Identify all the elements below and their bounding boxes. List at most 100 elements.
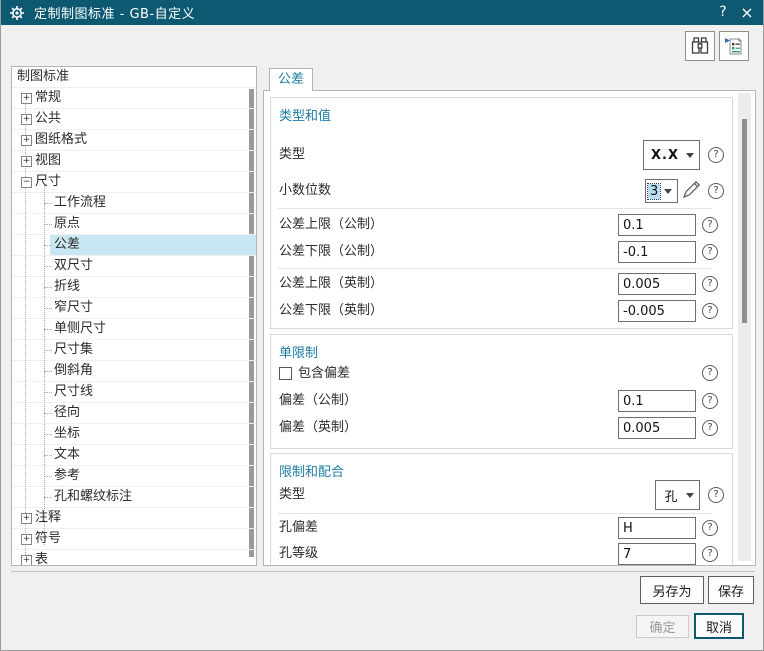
expand-icon[interactable] bbox=[21, 135, 32, 146]
expand-icon[interactable] bbox=[21, 555, 32, 565]
upper-tol-metric-input[interactable] bbox=[618, 214, 696, 236]
binoculars-icon bbox=[691, 37, 709, 54]
close-icon[interactable]: × bbox=[735, 0, 759, 25]
lower-tol-metric-label: 公差下限（公制） bbox=[279, 244, 384, 259]
section-header: 单限制 bbox=[279, 346, 319, 361]
help-icon[interactable]: ? bbox=[702, 276, 718, 292]
include-deviation-checkbox[interactable] bbox=[279, 367, 292, 380]
panel-scrollbar-thumb[interactable] bbox=[742, 119, 747, 323]
fit-type-dropdown[interactable]: 孔 bbox=[655, 480, 700, 510]
tree-item-tuzhigeshi[interactable]: 图纸格式 bbox=[12, 130, 256, 151]
expand-icon[interactable] bbox=[21, 156, 32, 167]
tree-item-yuandian[interactable]: 原点 bbox=[12, 214, 256, 235]
help-icon[interactable]: ? bbox=[708, 147, 724, 163]
customize-settings-button[interactable] bbox=[719, 31, 749, 61]
section-header: 限制和配合 bbox=[279, 465, 345, 480]
tree-root[interactable]: 制图标准 bbox=[12, 67, 256, 88]
tree-item-gonggong[interactable]: 公共 bbox=[12, 109, 256, 130]
include-deviation-label: 包含偏差 bbox=[298, 366, 351, 381]
dialog-title: 定制制图标准 - GB-自定义 bbox=[34, 7, 196, 22]
section-limits-and-fits: 限制和配合 类型 孔 ? 孔偏差 ? 孔等级 ? bbox=[270, 453, 733, 565]
expand-icon[interactable] bbox=[21, 513, 32, 524]
save-as-button[interactable]: 另存为 bbox=[640, 576, 704, 604]
type-label: 类型 bbox=[279, 147, 306, 162]
save-button[interactable]: 保存 bbox=[708, 576, 754, 604]
tree-item-chicunji[interactable]: 尺寸集 bbox=[12, 340, 256, 361]
tree-item-gongcha-selected[interactable]: 公差 bbox=[12, 235, 256, 256]
help-icon[interactable]: ? bbox=[702, 420, 718, 436]
help-icon[interactable]: ? bbox=[702, 303, 718, 319]
section-single-limit: 单限制 包含偏差 ? 偏差（公制） ? 偏差（英制） ? bbox=[270, 334, 733, 449]
decimal-places-spinner[interactable]: 3 bbox=[645, 179, 678, 203]
tree-item-shitu[interactable]: 视图 bbox=[12, 151, 256, 172]
divider bbox=[278, 208, 712, 209]
chevron-down-icon bbox=[686, 492, 694, 498]
chevron-down-icon bbox=[686, 152, 694, 158]
customize-drafting-standard-dialog: 定制制图标准 - GB-自定义 ? × 制图标准 + 常规 + 公共 + 图纸格… bbox=[0, 0, 764, 651]
lower-tol-inch-input[interactable] bbox=[618, 300, 696, 322]
tolerance-type-value: X.X bbox=[651, 147, 679, 163]
footer-divider bbox=[11, 571, 755, 572]
tab-tolerance[interactable]: 公差 bbox=[269, 68, 313, 91]
edit-pencil-icon[interactable] bbox=[681, 180, 701, 200]
tree-item-biao[interactable]: 表 bbox=[12, 550, 256, 565]
tree-item-dancechicun[interactable]: 单侧尺寸 bbox=[12, 319, 256, 340]
deviation-inch-label: 偏差（英制） bbox=[279, 420, 358, 435]
hole-grade-input[interactable] bbox=[618, 543, 696, 565]
help-icon[interactable]: ? bbox=[702, 365, 718, 381]
cancel-button[interactable]: 取消 bbox=[694, 613, 744, 639]
help-icon[interactable]: ? bbox=[702, 393, 718, 409]
help-icon[interactable]: ? bbox=[702, 217, 718, 233]
section-header: 类型和值 bbox=[279, 109, 332, 124]
deviation-metric-label: 偏差（公制） bbox=[279, 393, 358, 408]
tree-item-zhaichicun[interactable]: 窄尺寸 bbox=[12, 298, 256, 319]
hole-grade-label: 孔等级 bbox=[279, 546, 319, 561]
tree-item-jingxiang[interactable]: 径向 bbox=[12, 403, 256, 424]
tree-item-chicunxian[interactable]: 尺寸线 bbox=[12, 382, 256, 403]
ok-button[interactable]: 确定 bbox=[636, 615, 689, 638]
decimal-places-value: 3 bbox=[646, 182, 662, 200]
tree-connector-line bbox=[44, 185, 45, 545]
help-icon[interactable]: ? bbox=[702, 520, 718, 536]
tree-item-zhexian[interactable]: 折线 bbox=[12, 277, 256, 298]
lower-tol-metric-input[interactable] bbox=[618, 241, 696, 263]
tree-item-shuangchicun[interactable]: 双尺寸 bbox=[12, 256, 256, 277]
tree-item-cankao[interactable]: 参考 bbox=[12, 466, 256, 487]
tree-item-zhushi[interactable]: 注释 bbox=[12, 508, 256, 529]
help-icon[interactable]: ? bbox=[708, 183, 724, 199]
deviation-metric-input[interactable] bbox=[618, 390, 696, 412]
divider bbox=[278, 513, 712, 514]
upper-tol-inch-label: 公差上限（英制） bbox=[279, 276, 384, 291]
tree-item-zuobiao[interactable]: 坐标 bbox=[12, 424, 256, 445]
tree-item-gongzuoliucheng[interactable]: 工作流程 bbox=[12, 193, 256, 214]
divider bbox=[278, 268, 712, 269]
collapse-icon[interactable] bbox=[21, 177, 32, 188]
expand-icon[interactable] bbox=[21, 114, 32, 125]
lower-tol-inch-label: 公差下限（英制） bbox=[279, 303, 384, 318]
tree-item-changgui[interactable]: 常规 bbox=[12, 88, 256, 109]
tree-item-fuhao[interactable]: 符号 bbox=[12, 529, 256, 550]
hole-deviation-label: 孔偏差 bbox=[279, 520, 319, 535]
deviation-inch-input[interactable] bbox=[618, 417, 696, 439]
decimal-places-label: 小数位数 bbox=[279, 183, 332, 198]
upper-tol-inch-input[interactable] bbox=[618, 273, 696, 295]
fit-type-value: 孔 bbox=[664, 489, 678, 505]
panel-scrollbar-track[interactable] bbox=[738, 93, 751, 561]
title-bar[interactable]: 定制制图标准 - GB-自定义 ? × bbox=[1, 0, 763, 25]
expand-icon[interactable] bbox=[21, 534, 32, 545]
tree-item-kongheluowenbiaozhu[interactable]: 孔和螺纹标注 bbox=[12, 487, 256, 508]
tree-item-wenben[interactable]: 文本 bbox=[12, 445, 256, 466]
hole-deviation-input[interactable] bbox=[618, 517, 696, 539]
dialog-help-button[interactable]: ? bbox=[711, 0, 735, 25]
tree-item-daoxiejiao[interactable]: 倒斜角 bbox=[12, 361, 256, 382]
help-icon[interactable]: ? bbox=[702, 546, 718, 562]
expand-icon[interactable] bbox=[21, 93, 32, 104]
help-icon[interactable]: ? bbox=[702, 244, 718, 260]
tolerance-panel: 类型和值 类型 X.X ? 小数位数 3 ? 公差上限（公制） 0.1 ? 公差… bbox=[263, 90, 756, 566]
tree-item-chicun[interactable]: 尺寸 bbox=[12, 172, 256, 193]
chevron-down-icon bbox=[664, 188, 673, 194]
help-icon[interactable]: ? bbox=[708, 487, 724, 503]
upper-tol-metric-label: 公差上限（公制） bbox=[279, 217, 384, 232]
tolerance-type-dropdown[interactable]: X.X bbox=[643, 140, 700, 170]
find-button[interactable] bbox=[685, 31, 715, 61]
